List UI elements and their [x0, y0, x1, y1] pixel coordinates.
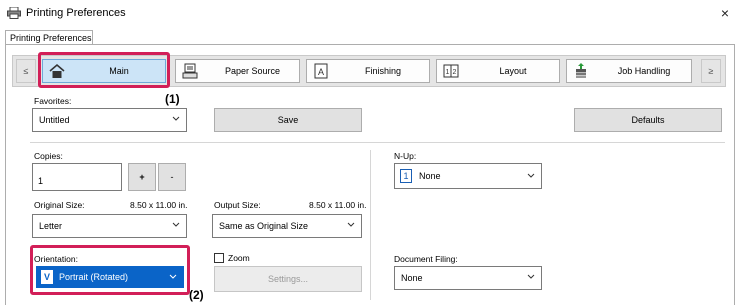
- svg-text:A: A: [318, 67, 324, 77]
- nup-badge: 1: [400, 169, 412, 183]
- document-filing-select[interactable]: None: [394, 266, 542, 290]
- ribbon-prev-button[interactable]: ≤: [16, 59, 36, 83]
- zoom-settings-button[interactable]: Settings...: [214, 266, 362, 292]
- favorites-label: Favorites:: [34, 96, 72, 106]
- layout-icon: 1 2: [443, 64, 459, 78]
- window-title: Printing Preferences: [26, 7, 126, 19]
- ribbon-paper-source-label: Paper Source: [224, 66, 281, 76]
- nup-label: N-Up:: [394, 151, 417, 161]
- copies-value: 1: [38, 176, 44, 186]
- ribbon-paper-source-button[interactable]: Paper Source: [175, 59, 300, 83]
- favorites-select[interactable]: Untitled: [32, 108, 187, 132]
- original-size-select[interactable]: Letter: [32, 214, 187, 238]
- copies-input[interactable]: 1: [32, 163, 122, 191]
- highlight-orientation: [30, 245, 190, 295]
- job-handling-icon: [576, 63, 586, 78]
- callout-1: (1): [165, 92, 180, 106]
- output-size-select[interactable]: Same as Original Size: [212, 214, 362, 238]
- zoom-label: Zoom: [228, 253, 250, 263]
- copies-label: Copies:: [34, 151, 63, 161]
- document-filing-label: Document Filing:: [394, 254, 458, 264]
- output-size-label: Output Size:: [214, 200, 261, 210]
- ribbon-finishing-label: Finishing: [364, 66, 402, 76]
- ribbon-layout-label: Layout: [499, 66, 527, 76]
- nup-value: None: [419, 171, 441, 181]
- copies-decrement-button[interactable]: -: [158, 163, 186, 191]
- favorites-value: Untitled: [39, 115, 70, 125]
- ribbon-finishing-button[interactable]: A Finishing: [306, 59, 430, 83]
- chevron-down-icon: [347, 222, 355, 227]
- chevron-down-icon: [527, 274, 535, 279]
- zoom-checkbox[interactable]: [214, 253, 224, 263]
- paper-tray-icon: [182, 63, 198, 79]
- ribbon-layout-button[interactable]: 1 2 Layout: [436, 59, 560, 83]
- svg-text:2: 2: [453, 69, 457, 76]
- original-size-dims: 8.50 x 11.00 in.: [130, 200, 188, 210]
- svg-text:1: 1: [446, 69, 450, 76]
- highlight-main: [38, 52, 170, 88]
- original-size-label: Original Size:: [34, 200, 85, 210]
- ribbon-next-button[interactable]: ≥: [701, 59, 721, 83]
- chevron-down-icon: [172, 222, 180, 227]
- tab-printing-preferences[interactable]: Printing Preferences: [5, 30, 93, 45]
- separator: [30, 142, 725, 143]
- defaults-button[interactable]: Defaults: [574, 108, 722, 132]
- ribbon-next-label: ≥: [708, 66, 714, 76]
- nup-select[interactable]: 1 None: [394, 163, 542, 189]
- finishing-icon: A: [314, 63, 328, 79]
- chevron-down-icon: [172, 116, 180, 121]
- ribbon-prev-label: ≤: [23, 66, 29, 76]
- printer-icon: [7, 7, 21, 19]
- ribbon-job-handling-label: Job Handling: [617, 66, 671, 76]
- vertical-separator: [370, 150, 371, 300]
- save-button[interactable]: Save: [214, 108, 362, 132]
- chevron-down-icon: [527, 173, 535, 178]
- callout-2: (2): [189, 288, 204, 302]
- ribbon-job-handling-button[interactable]: Job Handling: [566, 59, 692, 83]
- copies-increment-button[interactable]: +: [128, 163, 156, 191]
- output-size-dims: 8.50 x 11.00 in.: [309, 200, 367, 210]
- close-button[interactable]: ×: [715, 3, 735, 23]
- document-filing-value: None: [401, 273, 423, 283]
- output-size-value: Same as Original Size: [219, 221, 309, 231]
- original-size-value: Letter: [39, 221, 63, 231]
